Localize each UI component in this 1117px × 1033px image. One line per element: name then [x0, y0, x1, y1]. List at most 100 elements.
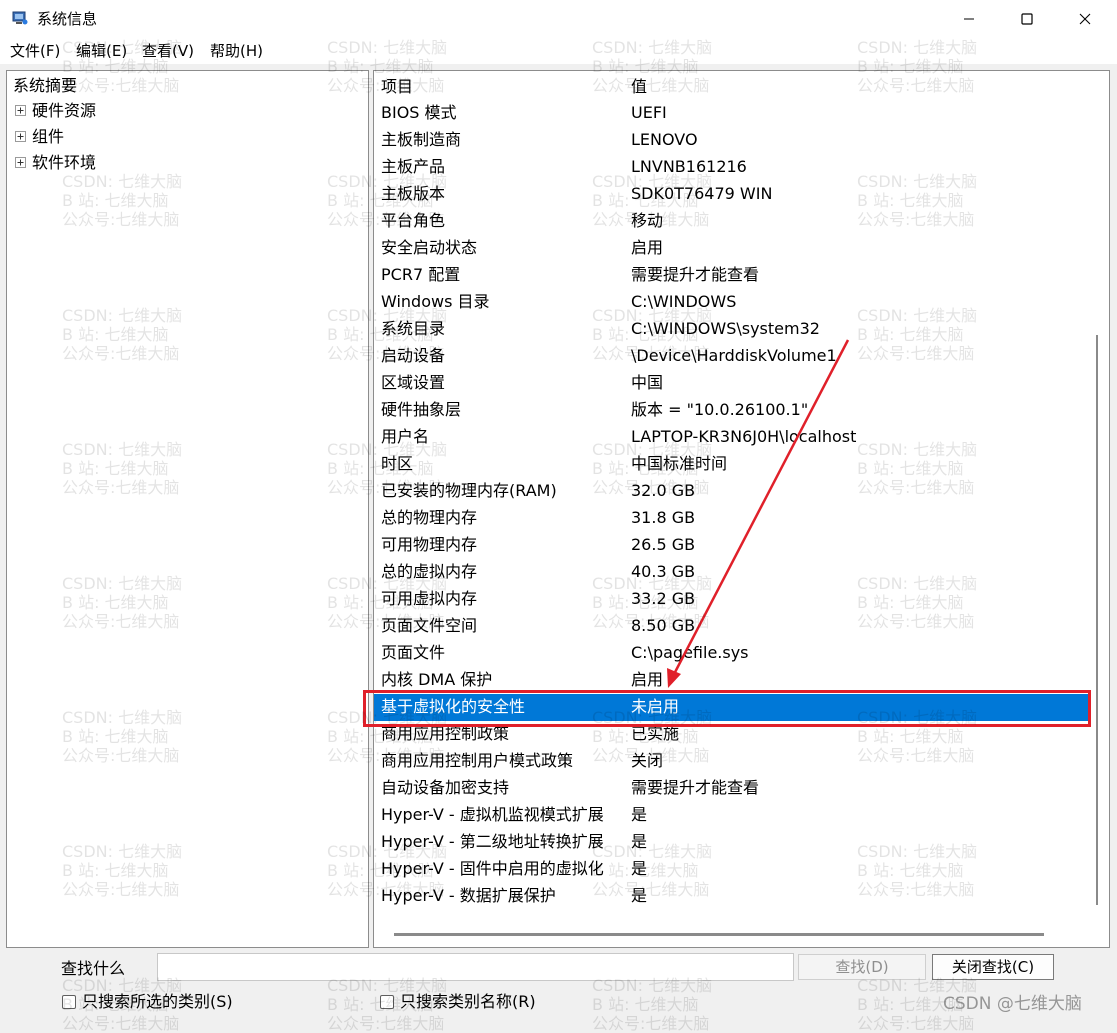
- table-row[interactable]: 内核 DMA 保护 启用: [374, 667, 1090, 694]
- cell-item: 页面文件空间: [381, 616, 478, 635]
- table-row[interactable]: 区域设置 中国: [374, 370, 1090, 397]
- cell-value: 是: [631, 886, 648, 905]
- cell-item: 主板版本: [381, 184, 446, 203]
- watermark-text: CSDN: 七维大脑 B 站: 七维大脑 公众号:七维大脑: [592, 976, 713, 1033]
- cell-item: 安全启动状态: [381, 238, 478, 257]
- menu-help[interactable]: 帮助(H): [210, 41, 263, 61]
- table-row[interactable]: 页面文件空间 8.50 GB: [374, 613, 1090, 640]
- table-row[interactable]: 可用虚拟内存 33.2 GB: [374, 586, 1090, 613]
- table-row[interactable]: Hyper-V - 数据扩展保护 是: [374, 883, 1090, 910]
- vertical-scrollbar[interactable]: [1096, 335, 1098, 905]
- menu-edit[interactable]: 编辑(E): [76, 41, 127, 61]
- table-row[interactable]: 安全启动状态 启用: [374, 235, 1090, 262]
- table-row[interactable]: 硬件抽象层 版本 = "10.0.26100.1": [374, 397, 1090, 424]
- cell-value: 需要提升才能查看: [631, 265, 760, 284]
- table-row[interactable]: 可用物理内存 26.5 GB: [374, 532, 1090, 559]
- cell-item: 可用虚拟内存: [381, 589, 478, 608]
- table-row[interactable]: 商用应用控制政策 已实施: [374, 721, 1090, 748]
- cell-value: C:\WINDOWS\system32: [631, 319, 820, 338]
- menu-file[interactable]: 文件(F): [10, 41, 60, 61]
- table-row[interactable]: 启动设备 \Device\HarddiskVolume1: [374, 343, 1090, 370]
- title-bar: 系统信息: [0, 0, 1117, 38]
- cell-item: Hyper-V - 第二级地址转换扩展: [381, 832, 604, 851]
- table-row[interactable]: 主板版本 SDK0T76479 WIN: [374, 181, 1090, 208]
- cell-item: 启动设备: [381, 346, 446, 365]
- expand-plus-icon: [15, 157, 26, 168]
- table-row[interactable]: 总的虚拟内存 40.3 GB: [374, 559, 1090, 586]
- cell-item: 平台角色: [381, 211, 446, 230]
- checkbox-label: 只搜索所选的类别(S): [82, 992, 233, 1011]
- table-row[interactable]: 已安装的物理内存(RAM) 32.0 GB: [374, 478, 1090, 505]
- close-button[interactable]: [1062, 0, 1108, 38]
- table-row[interactable]: 总的物理内存 31.8 GB: [374, 505, 1090, 532]
- cell-item: Hyper-V - 数据扩展保护: [381, 886, 556, 905]
- cell-value: \Device\HarddiskVolume1: [631, 346, 837, 365]
- horizontal-scrollbar[interactable]: [394, 933, 1044, 936]
- cell-item: 商用应用控制用户模式政策: [381, 751, 574, 770]
- checkbox-box[interactable]: [62, 995, 76, 1009]
- details-table[interactable]: 项目 值 BIOS 模式 UEFI 主板制造商 LENOVO 主板产品 LNVNB1612…: [373, 70, 1110, 948]
- maximize-button[interactable]: [1004, 0, 1050, 38]
- table-row[interactable]: 商用应用控制用户模式政策 关闭: [374, 748, 1090, 775]
- category-tree[interactable]: 系统摘要 硬件资源 组件 软件环境: [6, 70, 369, 948]
- cell-item: 时区: [381, 454, 414, 473]
- cell-value: 8.50 GB: [631, 616, 696, 635]
- table-row[interactable]: PCR7 配置 需要提升才能查看: [374, 262, 1090, 289]
- cell-value: 未启用: [631, 697, 680, 716]
- table-row[interactable]: 页面文件 C:\pagefile.sys: [374, 640, 1090, 667]
- cell-value: 已实施: [631, 724, 680, 743]
- table-row[interactable]: 系统目录 C:\WINDOWS\system32: [374, 316, 1090, 343]
- cell-value: 中国: [631, 373, 664, 392]
- column-header-item[interactable]: 项目: [381, 76, 413, 98]
- cell-value: UEFI: [631, 103, 667, 122]
- find-label: 查找什么: [61, 959, 126, 978]
- checkbox-label: 只搜索类别名称(R): [400, 992, 536, 1011]
- tree-item-label: 软件环境: [32, 153, 97, 172]
- cell-item: 商用应用控制政策: [381, 724, 510, 743]
- cell-value: LAPTOP-KR3N6J0H\localhost: [631, 427, 857, 446]
- cell-item: 系统目录: [381, 319, 446, 338]
- close-find-button[interactable]: 关闭查找(C): [932, 954, 1054, 980]
- cell-value: 26.5 GB: [631, 535, 696, 554]
- table-row[interactable]: 主板产品 LNVNB161216: [374, 154, 1090, 181]
- checkbox-box[interactable]: [380, 995, 394, 1009]
- cell-item: 总的虚拟内存: [381, 562, 478, 581]
- tree-item-system-summary[interactable]: 系统摘要: [13, 75, 77, 97]
- maximize-icon: [1021, 13, 1033, 25]
- find-button[interactable]: 查找(D): [798, 954, 926, 980]
- cell-item: 页面文件: [381, 643, 446, 662]
- cell-item: 主板制造商: [381, 130, 462, 149]
- cell-item: 自动设备加密支持: [381, 778, 510, 797]
- cell-value: SDK0T76479 WIN: [631, 184, 773, 203]
- cell-item: Windows 目录: [381, 292, 490, 311]
- table-row[interactable]: 平台角色 移动: [374, 208, 1090, 235]
- menu-view[interactable]: 查看(V): [142, 41, 194, 61]
- cell-item: 基于虚拟化的安全性: [381, 697, 526, 716]
- corner-watermark: CSDN @七维大脑: [943, 994, 1082, 1014]
- tree-item-label: 硬件资源: [32, 101, 97, 120]
- cell-value: 31.8 GB: [631, 508, 696, 527]
- find-input[interactable]: [157, 953, 794, 981]
- cell-item: PCR7 配置: [381, 265, 461, 284]
- table-row[interactable]: Hyper-V - 第二级地址转换扩展 是: [374, 829, 1090, 856]
- close-icon: [1079, 13, 1091, 25]
- cell-value: 移动: [631, 211, 664, 230]
- cell-value: 33.2 GB: [631, 589, 696, 608]
- table-row[interactable]: 时区 中国标准时间: [374, 451, 1090, 478]
- table-row[interactable]: 自动设备加密支持 需要提升才能查看: [374, 775, 1090, 802]
- minimize-button[interactable]: [946, 0, 992, 38]
- table-row[interactable]: 用户名 LAPTOP-KR3N6J0H\localhost: [374, 424, 1090, 451]
- cell-value: LNVNB161216: [631, 157, 747, 176]
- window-title: 系统信息: [37, 10, 98, 28]
- column-header-value[interactable]: 值: [631, 76, 647, 98]
- table-row[interactable]: Windows 目录 C:\WINDOWS: [374, 289, 1090, 316]
- table-row[interactable]: Hyper-V - 虚拟机监视模式扩展 是: [374, 802, 1090, 829]
- table-row-selected[interactable]: 基于虚拟化的安全性 未启用: [374, 694, 1090, 721]
- tree-item-label: 组件: [32, 127, 65, 146]
- cell-value: 40.3 GB: [631, 562, 696, 581]
- expand-plus-icon: [15, 131, 26, 142]
- cell-value: 是: [631, 859, 648, 878]
- table-row[interactable]: 主板制造商 LENOVO: [374, 127, 1090, 154]
- table-row[interactable]: Hyper-V - 固件中启用的虚拟化 是: [374, 856, 1090, 883]
- table-row[interactable]: BIOS 模式 UEFI: [374, 100, 1090, 127]
